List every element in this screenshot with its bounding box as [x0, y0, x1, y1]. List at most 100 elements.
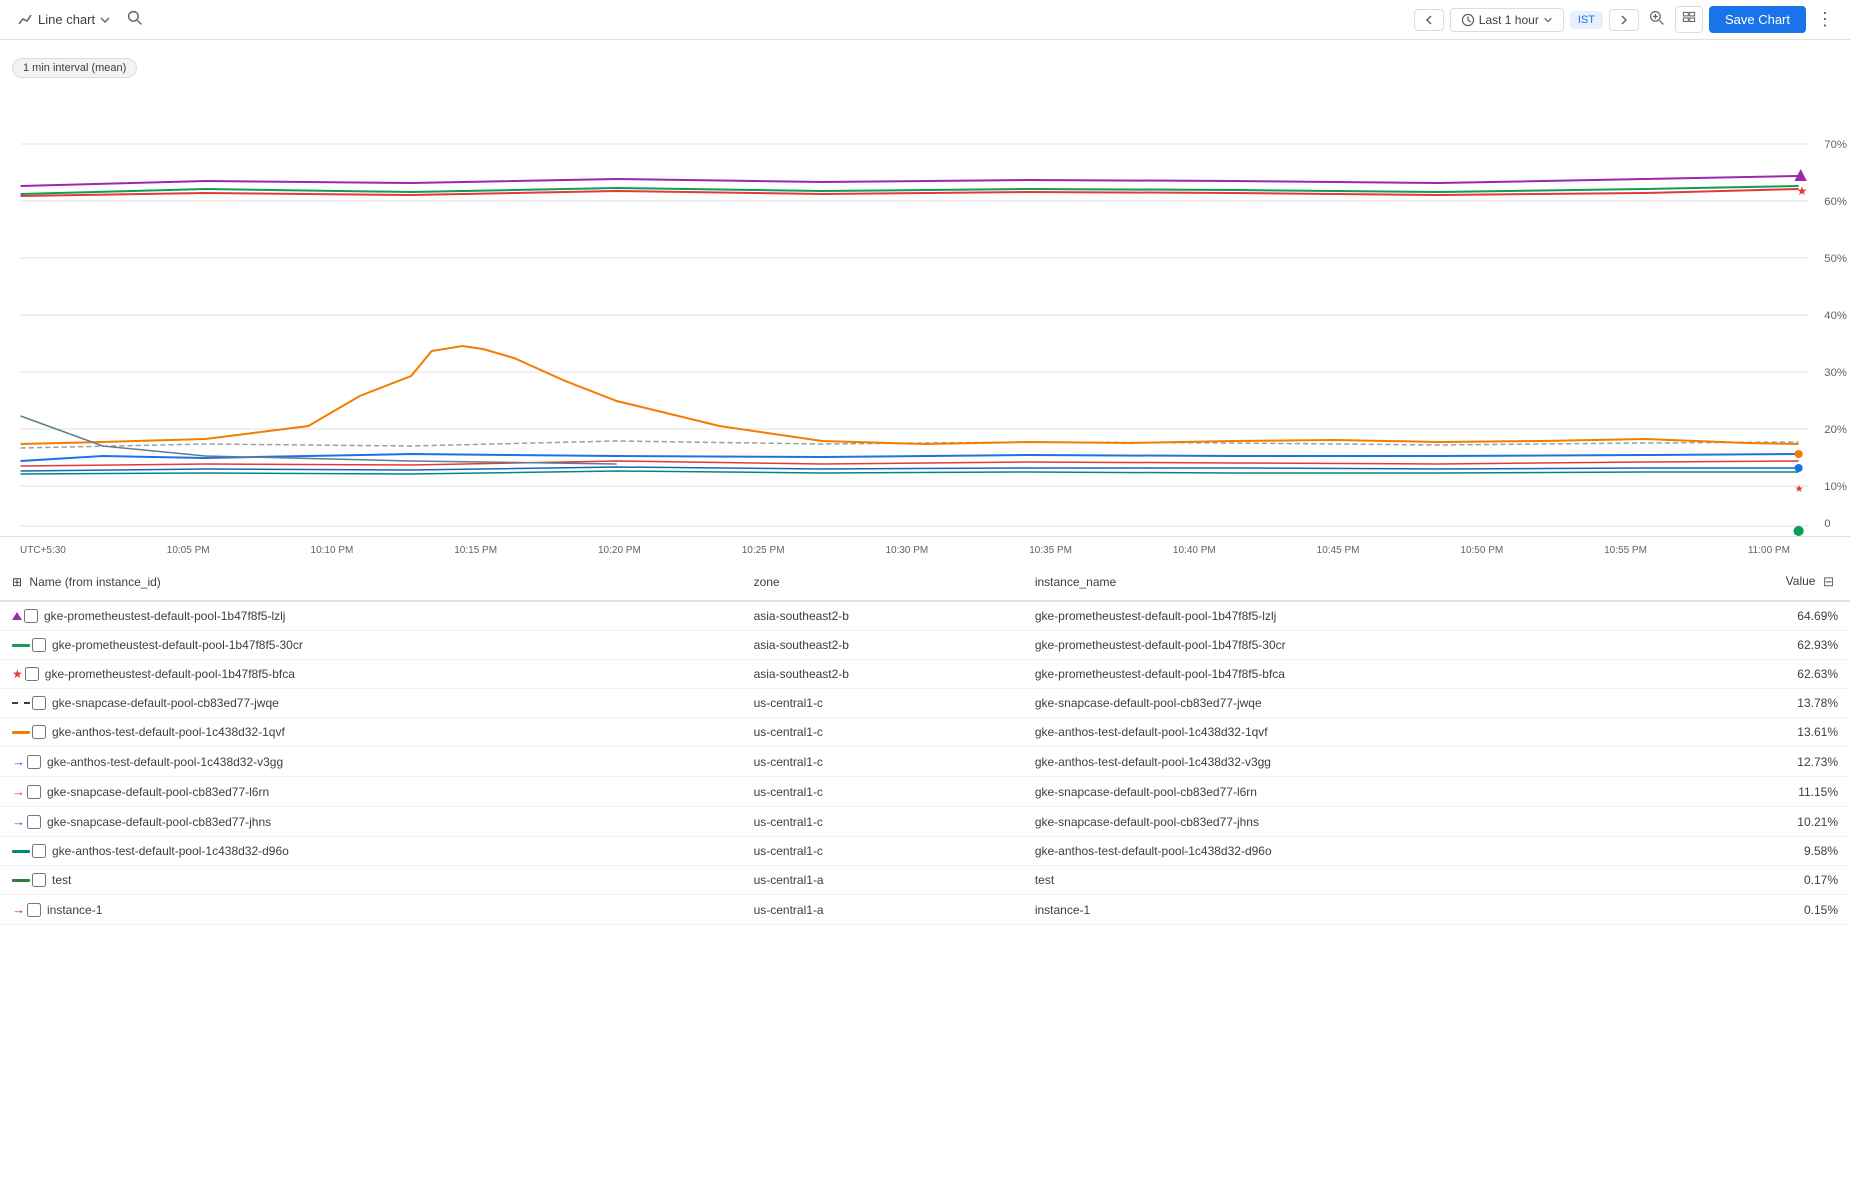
row-checkbox[interactable] [32, 696, 46, 710]
instance-cell: gke-prometheustest-default-pool-1b47f8f5… [1023, 660, 1670, 689]
zone-cell: us-central1-c [742, 747, 1023, 777]
line-indicator [12, 731, 30, 734]
row-name: gke-prometheustest-default-pool-1b47f8f5… [45, 667, 295, 681]
table-row: → gke-anthos-test-default-pool-1c438d32-… [0, 747, 1850, 777]
time-label-start: UTC+5:30 [20, 545, 66, 556]
line-chart-svg[interactable]: 70% 60% 50% 40% 30% 20% 10% 0 ★ [0, 86, 1850, 536]
svg-text:70%: 70% [1824, 139, 1847, 151]
zone-cell: us-central1-c [742, 777, 1023, 807]
zone-cell: us-central1-a [742, 866, 1023, 895]
svg-text:50%: 50% [1824, 253, 1847, 265]
time-axis: UTC+5:30 10:05 PM 10:10 PM 10:15 PM 10:2… [0, 536, 1850, 564]
table-row: → gke-snapcase-default-pool-cb83ed77-jhn… [0, 807, 1850, 837]
time-label-1100: 11:00 PM [1748, 545, 1790, 556]
value-cell: 13.61% [1670, 718, 1850, 747]
save-chart-button[interactable]: Save Chart [1709, 6, 1806, 33]
svg-text:20%: 20% [1824, 424, 1847, 436]
time-label-1010: 10:10 PM [311, 545, 354, 556]
more-options-button[interactable]: ⋮ [1812, 5, 1838, 34]
arrow-indicator: → [12, 902, 25, 917]
data-table-wrapper: ⊞ Name (from instance_id) zone instance_… [0, 564, 1850, 925]
clock-icon [1461, 13, 1475, 27]
name-cell: gke-prometheustest-default-pool-1b47f8f5… [0, 631, 742, 660]
table-row: ★ gke-prometheustest-default-pool-1b47f8… [0, 660, 1850, 689]
row-checkbox[interactable] [27, 903, 41, 917]
search-button[interactable] [123, 6, 147, 33]
table-row: test us-central1-a test 0.17% [0, 866, 1850, 895]
instance-cell: gke-snapcase-default-pool-cb83ed77-jhns [1023, 807, 1670, 837]
row-checkbox[interactable] [32, 873, 46, 887]
zone-cell: us-central1-c [742, 718, 1023, 747]
next-button[interactable] [1609, 9, 1639, 31]
row-checkbox[interactable] [27, 815, 41, 829]
row-name: gke-prometheustest-default-pool-1b47f8f5… [44, 609, 285, 623]
time-range-button[interactable]: Last 1 hour [1450, 8, 1564, 32]
row-checkbox[interactable] [32, 638, 46, 652]
timezone-badge[interactable]: IST [1570, 11, 1603, 29]
row-checkbox[interactable] [24, 609, 38, 623]
time-label-1005: 10:05 PM [167, 545, 210, 556]
table-row: gke-prometheustest-default-pool-1b47f8f5… [0, 631, 1850, 660]
time-range-label: Last 1 hour [1479, 13, 1539, 27]
col-header-zone: zone [742, 564, 1023, 601]
toolbar-left: Line chart [12, 6, 1406, 33]
row-checkbox[interactable] [32, 725, 46, 739]
col-header-value: Value ⊟ [1670, 564, 1850, 601]
interval-badge: 1 min interval (mean) [12, 58, 137, 78]
chart-type-button[interactable]: Line chart [12, 8, 117, 32]
instance-cell: gke-snapcase-default-pool-cb83ed77-l6rn [1023, 777, 1670, 807]
name-cell: → gke-anthos-test-default-pool-1c438d32-… [0, 747, 742, 777]
name-cell: ★ gke-prometheustest-default-pool-1b47f8… [0, 660, 742, 689]
chevron-down-icon-time [1543, 15, 1553, 25]
arrow-indicator: → [12, 754, 25, 769]
row-checkbox[interactable] [27, 755, 41, 769]
svg-text:40%: 40% [1824, 310, 1847, 322]
zone-cell: asia-southeast2-b [742, 601, 1023, 631]
col-header-instance: instance_name [1023, 564, 1670, 601]
toolbar: Line chart Last 1 hour IST [0, 0, 1850, 40]
time-label-1035: 10:35 PM [1029, 545, 1072, 556]
zoom-button[interactable] [1645, 6, 1669, 33]
row-name: gke-anthos-test-default-pool-1c438d32-d9… [52, 844, 289, 858]
value-cell: 10.21% [1670, 807, 1850, 837]
svg-text:★: ★ [1795, 484, 1804, 495]
value-cell: 62.93% [1670, 631, 1850, 660]
name-cell: gke-anthos-test-default-pool-1c438d32-1q… [0, 718, 742, 747]
time-label-1050: 10:50 PM [1460, 545, 1503, 556]
row-name: gke-anthos-test-default-pool-1c438d32-v3… [47, 755, 283, 769]
zone-cell: asia-southeast2-b [742, 631, 1023, 660]
svg-text:10%: 10% [1824, 481, 1847, 493]
svg-text:0: 0 [1824, 518, 1830, 530]
grid-icon: ⊞ [12, 575, 22, 589]
arrow-indicator: → [12, 814, 25, 829]
triangle-indicator [12, 612, 22, 620]
expand-button[interactable] [1675, 6, 1703, 33]
row-checkbox[interactable] [27, 785, 41, 799]
value-cell: 13.78% [1670, 689, 1850, 718]
table-row: → instance-1 us-central1-a instance-1 0.… [0, 895, 1850, 925]
svg-text:★: ★ [1797, 184, 1808, 198]
name-cell: → instance-1 [0, 895, 742, 925]
value-cell: 11.15% [1670, 777, 1850, 807]
name-cell: → gke-snapcase-default-pool-cb83ed77-l6r… [0, 777, 742, 807]
row-checkbox[interactable] [25, 667, 39, 681]
table-row: gke-prometheustest-default-pool-1b47f8f5… [0, 601, 1850, 631]
line-indicator [12, 644, 30, 647]
row-checkbox[interactable] [32, 844, 46, 858]
chart-type-label: Line chart [38, 12, 95, 27]
instance-cell: test [1023, 866, 1670, 895]
prev-button[interactable] [1414, 9, 1444, 31]
time-label-1040: 10:40 PM [1173, 545, 1216, 556]
zone-cell: us-central1-a [742, 895, 1023, 925]
columns-button[interactable]: ⊟ [1819, 572, 1838, 592]
name-cell: gke-snapcase-default-pool-cb83ed77-jwqe [0, 689, 742, 718]
time-label-1055: 10:55 PM [1604, 545, 1647, 556]
chart-svg-wrapper: 70% 60% 50% 40% 30% 20% 10% 0 ★ [0, 86, 1850, 536]
value-cell: 12.73% [1670, 747, 1850, 777]
row-name: gke-snapcase-default-pool-cb83ed77-l6rn [47, 785, 269, 799]
line-green-indicator [12, 850, 30, 853]
table-row: gke-anthos-test-default-pool-1c438d32-d9… [0, 837, 1850, 866]
col-header-name: ⊞ Name (from instance_id) [0, 564, 742, 601]
value-cell: 0.15% [1670, 895, 1850, 925]
time-label-1045: 10:45 PM [1317, 545, 1360, 556]
